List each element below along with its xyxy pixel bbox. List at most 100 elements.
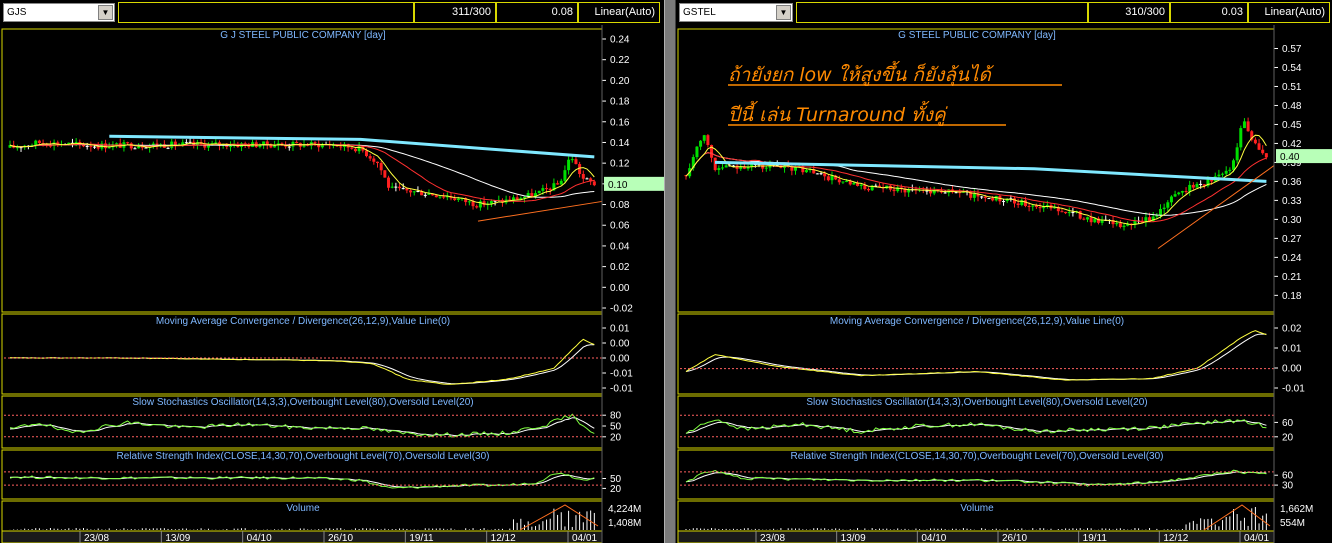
candle-body bbox=[892, 189, 896, 192]
candle-body bbox=[129, 143, 133, 149]
toolbar-blank-cell bbox=[118, 2, 414, 23]
ma-cyan-line bbox=[714, 160, 1267, 183]
candle-body bbox=[427, 193, 431, 195]
date-tick-label: 19/11 bbox=[409, 533, 434, 543]
candle-body bbox=[581, 173, 585, 179]
stoch-panel-title: Slow Stochastics Oscillator(14,3,3),Over… bbox=[132, 397, 473, 408]
price-tick-label: 0.45 bbox=[1282, 120, 1302, 131]
candle-body bbox=[567, 159, 571, 171]
candle-body bbox=[537, 190, 541, 194]
candle-body bbox=[1034, 205, 1038, 208]
candle-body bbox=[724, 165, 728, 168]
candle-body bbox=[563, 170, 567, 181]
stoch-tick-label: 80 bbox=[610, 411, 622, 422]
candle-body bbox=[826, 176, 830, 181]
candle-body bbox=[442, 196, 446, 198]
stoch-tick-label: 60 bbox=[1282, 418, 1294, 429]
candle-body bbox=[1031, 205, 1035, 207]
candle-body bbox=[1224, 170, 1228, 174]
candle-body bbox=[1228, 169, 1232, 171]
chart-toolbar: GJS ▼ 311/300 0.08 Linear(Auto) bbox=[0, 0, 664, 25]
candle-body bbox=[229, 146, 232, 148]
price-tick-label: 0.51 bbox=[1282, 82, 1302, 93]
candle-body bbox=[1191, 184, 1195, 188]
candle-body bbox=[1013, 198, 1016, 204]
candle-body bbox=[214, 142, 218, 144]
macd-signal-line bbox=[10, 344, 595, 385]
chevron-down-icon[interactable]: ▼ bbox=[776, 5, 791, 20]
price-tick-label: 0.16 bbox=[610, 117, 630, 128]
price-tick-label: 0.00 bbox=[610, 283, 630, 294]
candle-body bbox=[1239, 128, 1243, 148]
candle-body bbox=[140, 146, 144, 148]
chart-canvas-gjs[interactable]: G J STEEL PUBLIC COMPANY [day] Moving Ave… bbox=[0, 25, 664, 543]
candle-body bbox=[1159, 209, 1162, 216]
candle-body bbox=[574, 159, 578, 165]
symbol-label: GJS bbox=[7, 7, 27, 18]
symbol-selector[interactable]: GSTEL ▼ bbox=[679, 3, 793, 22]
macd-tick-label: 0.00 bbox=[610, 354, 630, 365]
last-price-label: 0.40 bbox=[1280, 152, 1300, 163]
candle-body bbox=[184, 142, 188, 144]
candle-body bbox=[387, 177, 391, 188]
candle-body bbox=[126, 142, 130, 144]
candle-body bbox=[1089, 217, 1093, 223]
macd-tick-label: 0.02 bbox=[1282, 324, 1302, 335]
date-tick-label: 19/11 bbox=[1083, 533, 1108, 543]
scale-mode[interactable]: Linear(Auto) bbox=[1248, 2, 1330, 23]
candle-body bbox=[837, 179, 841, 183]
scale-mode[interactable]: Linear(Auto) bbox=[578, 2, 660, 23]
candle-body bbox=[1235, 147, 1239, 161]
rsi-tick-label: 20 bbox=[610, 484, 622, 495]
volume-tick-label: 4,224M bbox=[608, 504, 641, 515]
candle-body bbox=[830, 175, 834, 181]
candle-body bbox=[37, 140, 41, 143]
ma-long-line bbox=[9, 143, 595, 198]
candle-body bbox=[89, 146, 93, 148]
date-tick-label: 26/10 bbox=[328, 533, 353, 543]
candle-body bbox=[133, 148, 137, 150]
stoch-signal-line bbox=[685, 420, 1267, 434]
price-tick-label: 0.12 bbox=[610, 159, 630, 170]
candle-body bbox=[353, 148, 357, 152]
stoch-tick-label: 20 bbox=[610, 432, 622, 443]
candle-body bbox=[1002, 201, 1006, 203]
volume-tick-label: 554M bbox=[1280, 518, 1305, 529]
candle-body bbox=[592, 181, 596, 186]
candle-body bbox=[1122, 225, 1126, 228]
chart-canvas-gstel[interactable]: G STEEL PUBLIC COMPANY [day] Moving Avera… bbox=[676, 25, 1332, 543]
chevron-down-icon[interactable]: ▼ bbox=[98, 5, 113, 20]
date-tick-label: 12/12 bbox=[491, 533, 516, 543]
candle-body bbox=[19, 147, 23, 149]
candle-body bbox=[1257, 143, 1261, 150]
candle-body bbox=[1242, 121, 1246, 129]
macd-main-line bbox=[685, 330, 1267, 381]
ma-short-line bbox=[9, 142, 595, 205]
price-tick-label: -0.02 bbox=[610, 304, 633, 315]
candle-body bbox=[1082, 218, 1086, 220]
candle-body bbox=[1217, 174, 1221, 177]
candle-body bbox=[166, 147, 170, 149]
symbol-selector[interactable]: GJS ▼ bbox=[3, 3, 115, 22]
last-price-label: 0.10 bbox=[608, 180, 628, 191]
candle-body bbox=[1162, 207, 1166, 210]
candle-body bbox=[438, 196, 442, 198]
candle-body bbox=[585, 178, 589, 180]
volume-tick-label: 1,662M bbox=[1280, 504, 1313, 515]
macd-tick-label: -0.01 bbox=[1282, 384, 1305, 395]
candle-body bbox=[1221, 173, 1225, 175]
date-tick-label: 13/09 bbox=[841, 533, 866, 543]
candle-body bbox=[258, 145, 262, 148]
candle-body bbox=[790, 167, 794, 171]
candle-body bbox=[1027, 205, 1031, 207]
candle-body bbox=[556, 183, 560, 185]
date-tick-label: 04/10 bbox=[247, 533, 272, 543]
candle-body bbox=[1166, 202, 1170, 208]
chart-panel-gstel[interactable]: GSTEL ▼ 310/300 0.03 Linear(Auto) G STEE… bbox=[676, 0, 1332, 543]
volume-panel-title: Volume bbox=[286, 503, 320, 514]
candle-body bbox=[364, 150, 368, 157]
panel-splitter[interactable] bbox=[664, 0, 676, 543]
candle-body bbox=[1023, 200, 1027, 206]
chart-panel-gjs[interactable]: GJS ▼ 311/300 0.08 Linear(Auto) G J STEE… bbox=[0, 0, 664, 543]
candle-body bbox=[376, 161, 379, 164]
